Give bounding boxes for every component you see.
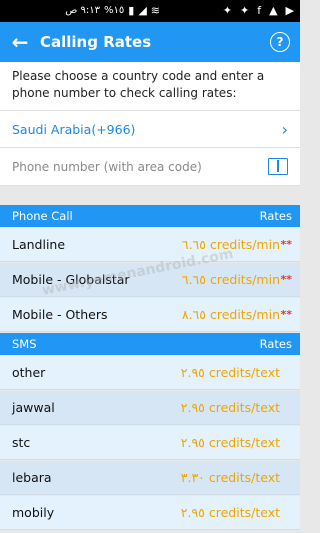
time-label: ٩:١٣ ص	[65, 5, 100, 16]
contacts-book-icon[interactable]	[268, 158, 288, 175]
note-stars: **	[280, 238, 292, 251]
note-stars: **	[280, 273, 292, 286]
rate-row-mobile-globalstar[interactable]: Mobile - Globalstar ٦.٦٥ credits/min **	[0, 263, 300, 297]
twitter-icon: ✦	[239, 4, 250, 17]
phone-call-rates-label: Rates	[259, 209, 292, 223]
signal-icon: ◢	[138, 4, 147, 17]
sms-rate-value: ٣.٣٠ credits/text	[180, 470, 280, 485]
sms-rates-label: Rates	[259, 337, 292, 351]
sms-row-stc[interactable]: stc ٢.٩٥ credits/text	[0, 426, 300, 460]
app-bar: ← Calling Rates ?	[0, 22, 300, 62]
rate-value: ٦.٦٥ credits/min	[181, 272, 280, 287]
twitter-icon: ✦	[222, 4, 232, 17]
sms-row-jawwal[interactable]: jawwal ٢.٩٥ credits/text	[0, 391, 300, 425]
back-arrow-icon[interactable]: ←	[0, 22, 40, 62]
rate-row-mobile-others[interactable]: Mobile - Others ٨.٦٥ credits/min **	[0, 298, 300, 332]
wifi-icon: ≋	[150, 4, 160, 17]
sms-row-mobily[interactable]: mobily ٢.٩٥ credits/text	[0, 496, 300, 530]
sms-header: SMS Rates	[0, 333, 300, 355]
rate-row-landline[interactable]: Landline ٦.٦٥ credits/min **	[0, 228, 300, 262]
phone-call-header-label: Phone Call	[12, 209, 73, 223]
rate-value: ٦.٦٥ credits/min	[181, 237, 280, 252]
phone-row	[0, 148, 300, 186]
sms-header-label: SMS	[12, 337, 37, 351]
sms-row-lebara[interactable]: lebara ٣.٣٠ credits/text	[0, 461, 300, 495]
phone-call-header: Phone Call Rates	[0, 205, 300, 227]
phone-number-input[interactable]	[12, 159, 252, 174]
drive-icon: ▲	[269, 4, 278, 17]
sms-rate-value: ٢.٩٥ credits/text	[180, 365, 280, 380]
video-icon: ▶	[285, 4, 294, 17]
instruction-text: Please choose a country code and enter a…	[0, 62, 300, 110]
rate-value: ٨.٦٥ credits/min	[181, 307, 280, 322]
status-bar: ٩:١٣ ص %١٥ ▮ ◢ ≋ ✦ ✦ f ▲ ▶	[0, 0, 300, 22]
battery-label: %١٥	[103, 5, 125, 16]
facebook-icon: f	[257, 4, 262, 17]
status-right: ✦ ✦ f ▲ ▶	[223, 0, 294, 22]
note-stars: **	[280, 308, 292, 321]
sms-rate-value: ٢.٩٥ credits/text	[180, 400, 280, 415]
sms-rate-value: ٢.٩٥ credits/text	[180, 505, 280, 520]
status-left: ٩:١٣ ص %١٥ ▮ ◢ ≋	[65, 0, 160, 22]
country-selector[interactable]: Saudi Arabia(+966) ›	[0, 110, 300, 148]
chevron-right-icon: ›	[281, 120, 288, 139]
sms-row-other[interactable]: other ٢.٩٥ credits/text	[0, 356, 300, 390]
help-icon[interactable]: ?	[270, 32, 290, 52]
page-title: Calling Rates	[40, 33, 152, 51]
sms-rate-value: ٢.٩٥ credits/text	[180, 435, 280, 450]
country-label: Saudi Arabia(+966)	[12, 121, 136, 137]
battery-icon: ▮	[128, 4, 135, 17]
